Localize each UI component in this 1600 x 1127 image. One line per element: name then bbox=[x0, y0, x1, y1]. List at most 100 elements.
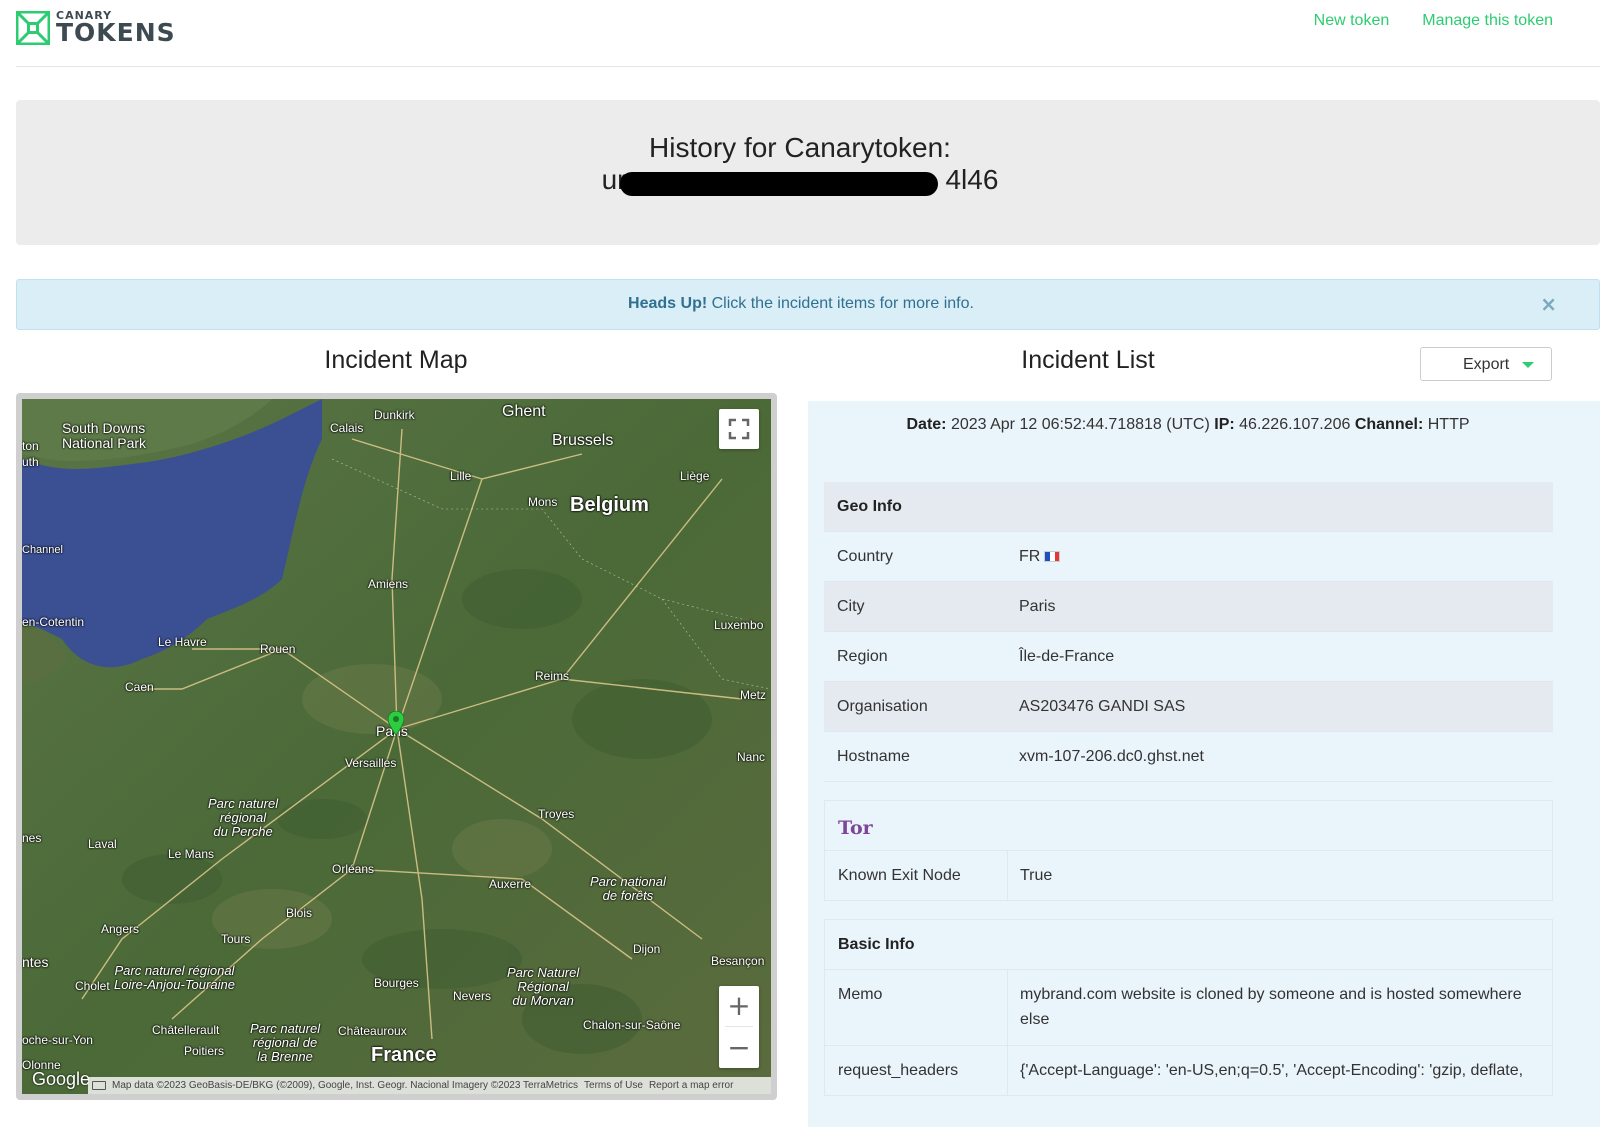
fullscreen-button[interactable] bbox=[719, 409, 759, 449]
redaction-mark bbox=[620, 172, 938, 196]
map-label-parc-forets: Parc national de forêts bbox=[590, 874, 666, 903]
report-error-link[interactable]: Report a map error bbox=[649, 1080, 733, 1091]
map-label-nes: nes bbox=[22, 831, 42, 845]
zoom-control: + − bbox=[719, 986, 759, 1068]
tor-header: Tor bbox=[824, 801, 1553, 851]
table-row: Hostname xvm-107-206.dc0.ghst.net bbox=[824, 732, 1553, 782]
canarytokens-logo[interactable]: CANARY TOKENS bbox=[16, 10, 176, 45]
map-label-antes: ntes bbox=[22, 954, 49, 970]
map-label-orleans: Orléans bbox=[332, 862, 375, 876]
fullscreen-icon bbox=[728, 418, 750, 440]
tor-logo-icon: Tor bbox=[838, 817, 873, 839]
table-row: request_headers {'Accept-Language': 'en-… bbox=[824, 1046, 1553, 1096]
map-label-troyes: Troyes bbox=[538, 807, 575, 821]
map-label-cotentin: en-Cotentin bbox=[22, 615, 85, 629]
map-label-nanc: Nanc bbox=[737, 750, 766, 764]
map-data-text: Map data ©2023 GeoBasis-DE/BKG (©2009), … bbox=[112, 1080, 579, 1091]
incident-channel: HTTP bbox=[1427, 416, 1470, 433]
map-label-chatellerault: Châtellerault bbox=[152, 1023, 220, 1037]
map-label-uth: uth bbox=[22, 455, 39, 469]
basic-info-header: Basic Info bbox=[824, 920, 1553, 970]
map-marker-icon[interactable] bbox=[388, 711, 404, 735]
table-row: City Paris bbox=[824, 582, 1553, 632]
incident-detail-panel[interactable]: Date: 2023 Apr 12 06:52:44.718818 (UTC) … bbox=[808, 401, 1600, 1127]
new-token-link[interactable]: New token bbox=[1314, 12, 1390, 30]
zoom-out-button[interactable]: − bbox=[719, 1028, 759, 1068]
token-id-end: 4l46 bbox=[945, 164, 999, 195]
table-row: Memo mybrand.com website is cloned by so… bbox=[824, 970, 1553, 1046]
map-label-parc-morvan: Parc Naturel Régional du Morvan bbox=[507, 965, 580, 1008]
basic-info-table: Basic Info Memo mybrand.com website is c… bbox=[824, 919, 1553, 1096]
map-label-chalon: Chalon-sur-Saône bbox=[583, 1018, 681, 1032]
google-logo: Google bbox=[32, 1069, 91, 1089]
geo-info-table: Geo Info Country FR City Paris Region Îl… bbox=[824, 482, 1553, 782]
map-label-besancon: Besançon bbox=[711, 954, 765, 968]
map-label-lille: Lille bbox=[450, 469, 472, 483]
incident-map-frame: South Downs National Park ton uth Channel… bbox=[16, 393, 777, 1100]
alert-strong: Heads Up! bbox=[628, 295, 708, 312]
map-label-calais: Calais bbox=[330, 421, 364, 435]
map-label-parc-perche: Parc naturel régional du Perche bbox=[208, 796, 279, 839]
map-label-versailles: Versailles bbox=[345, 756, 397, 770]
map-label-liege: Liège bbox=[680, 469, 710, 483]
map-label-parc-brenne: Parc naturel régional de la Brenne bbox=[250, 1021, 321, 1064]
map-label-cholet: Cholet bbox=[75, 979, 110, 993]
map-label-nevers: Nevers bbox=[453, 989, 492, 1003]
map-label-brussels: Brussels bbox=[552, 432, 614, 449]
france-flag-icon bbox=[1044, 551, 1061, 562]
map-label-south-downs: South Downs National Park bbox=[62, 420, 147, 451]
map-label-channel: Channel bbox=[22, 544, 63, 556]
map-label-le-mans: Le Mans bbox=[168, 847, 215, 861]
export-dropdown-button[interactable]: Export bbox=[1420, 347, 1552, 381]
map-label-blois: Blois bbox=[286, 906, 313, 920]
table-row: Known Exit Node True bbox=[824, 851, 1553, 901]
table-row: Organisation AS203476 GANDI SAS bbox=[824, 682, 1553, 732]
map-label-tours: Tours bbox=[221, 932, 251, 946]
caret-down-icon bbox=[1522, 362, 1534, 368]
map-label-ton: ton bbox=[22, 439, 39, 453]
tor-info-table: Tor Known Exit Node True bbox=[824, 800, 1553, 901]
map-label-rouen: Rouen bbox=[260, 642, 296, 656]
incident-summary: Date: 2023 Apr 12 06:52:44.718818 (UTC) … bbox=[906, 416, 1470, 433]
map-label-france: France bbox=[371, 1044, 437, 1066]
incident-map-heading: Incident Map bbox=[324, 346, 468, 374]
incident-list-heading: Incident List bbox=[1021, 346, 1155, 374]
map-label-chateauroux: Châteauroux bbox=[338, 1024, 407, 1038]
map-label-reims: Reims bbox=[535, 669, 570, 683]
page-title: History for Canarytoken: bbox=[649, 132, 951, 163]
heads-up-alert: Heads Up! Click the incident items for m… bbox=[16, 279, 1600, 330]
map-label-poitiers: Poitiers bbox=[184, 1044, 225, 1058]
keyboard-shortcuts-icon[interactable] bbox=[92, 1080, 106, 1090]
alert-message: Click the incident items for more info. bbox=[707, 295, 974, 312]
map-label-angers: Angers bbox=[101, 922, 140, 936]
map-label-belgium: Belgium bbox=[570, 494, 649, 516]
map-label-bourges: Bourges bbox=[374, 976, 419, 990]
map-label-metz: Metz bbox=[740, 688, 767, 702]
map-label-dunkirk: Dunkirk bbox=[374, 408, 415, 422]
incident-date: 2023 Apr 12 06:52:44.718818 (UTC) bbox=[950, 416, 1210, 433]
geo-info-header: Geo Info bbox=[824, 482, 1553, 532]
top-navbar: CANARY TOKENS New token Manage this toke… bbox=[16, 0, 1600, 67]
manage-token-link[interactable]: Manage this token bbox=[1422, 12, 1553, 30]
incident-ip: 46.226.107.206 bbox=[1239, 416, 1351, 433]
top-nav: New token Manage this token bbox=[1314, 12, 1553, 30]
close-icon[interactable]: × bbox=[1540, 292, 1557, 316]
map-label-parc-loire: Parc naturel régional Loire-Anjou-Tourai… bbox=[114, 963, 235, 992]
export-label: Export bbox=[1463, 356, 1510, 373]
map-label-le-havre: Le Havre bbox=[158, 635, 207, 649]
terms-link[interactable]: Terms of Use bbox=[584, 1080, 643, 1091]
zoom-in-button[interactable]: + bbox=[719, 986, 759, 1026]
incident-map[interactable]: South Downs National Park ton uth Channel… bbox=[22, 399, 771, 1094]
table-row: Country FR bbox=[824, 532, 1553, 582]
table-row: Region Île-de-France bbox=[824, 632, 1553, 682]
map-label-amiens: Amiens bbox=[368, 577, 409, 591]
logo-big-text: TOKENS bbox=[56, 18, 176, 47]
canary-logo-icon bbox=[16, 10, 50, 45]
map-label-dijon: Dijon bbox=[633, 942, 661, 956]
map-label-auxerre: Auxerre bbox=[489, 877, 532, 891]
map-label-laval: Laval bbox=[88, 837, 117, 851]
map-label-ghent: Ghent bbox=[502, 403, 546, 420]
map-label-oche-sur-yon: oche-sur-Yon bbox=[22, 1033, 93, 1047]
map-attribution: Map data ©2023 GeoBasis-DE/BKG (©2009), … bbox=[88, 1077, 771, 1094]
map-label-mons: Mons bbox=[528, 495, 558, 509]
